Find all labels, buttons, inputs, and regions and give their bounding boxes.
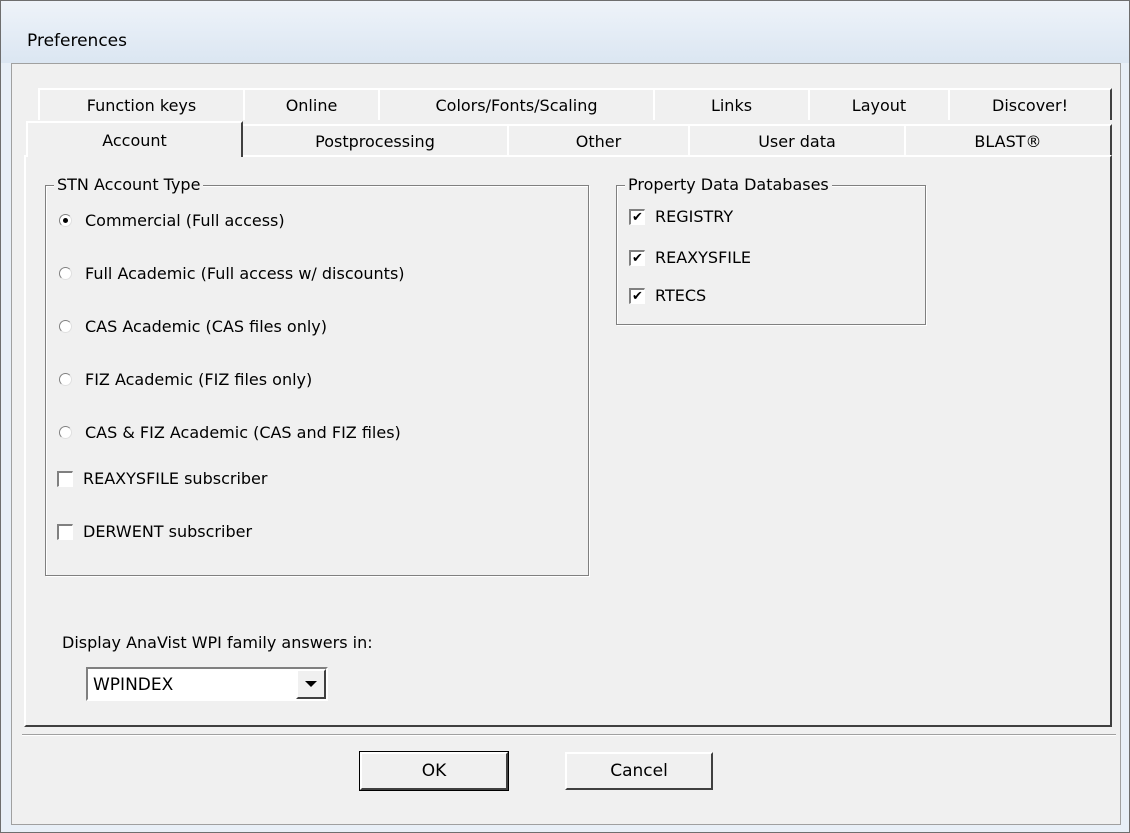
radio-cas-academic[interactable]: CAS Academic (CAS files only) [59, 317, 327, 336]
tab-account[interactable]: Account [26, 121, 243, 157]
radio-button[interactable] [59, 373, 72, 386]
checkbox-label: REGISTRY [655, 207, 734, 226]
checkbox[interactable] [57, 523, 73, 540]
ok-button[interactable]: OK [359, 751, 509, 791]
dropdown-button[interactable] [296, 669, 326, 699]
group-legend: Property Data Databases [625, 175, 832, 195]
tab-colors-fonts-scaling[interactable]: Colors/Fonts/Scaling [378, 88, 655, 120]
tab-links[interactable]: Links [653, 88, 810, 120]
tab-other[interactable]: Other [507, 124, 690, 156]
checkbox-label: REAXYSFILE [655, 248, 752, 267]
checkbox[interactable]: ✔ [629, 287, 645, 304]
radio-label: Commercial (Full access) [85, 211, 285, 230]
checkbox-derwent-subscriber[interactable]: DERWENT subscriber [57, 522, 252, 541]
checkbox[interactable] [57, 470, 73, 487]
group-legend: STN Account Type [54, 175, 204, 195]
checkbox-registry[interactable]: ✔ REGISTRY [629, 207, 733, 226]
wpi-family-display-select[interactable]: WPINDEX [86, 667, 328, 701]
checkbox-label: RTECS [655, 286, 707, 305]
display-anavist-label: Display AnaVist WPI family answers in: [62, 633, 373, 652]
radio-label: FIZ Academic (FIZ files only) [85, 370, 313, 389]
chevron-down-icon [305, 681, 317, 687]
radio-selected-dot [63, 218, 68, 223]
radio-button[interactable] [59, 267, 72, 280]
radio-label: CAS & FIZ Academic (CAS and FIZ files) [85, 423, 401, 442]
radio-label: CAS Academic (CAS files only) [85, 317, 328, 336]
button-separator [22, 734, 1116, 736]
tab-layout[interactable]: Layout [808, 88, 950, 120]
tab-blast[interactable]: BLAST® [904, 124, 1112, 156]
checkbox-rtecs[interactable]: ✔ RTECS [629, 286, 706, 305]
cancel-button[interactable]: Cancel [565, 752, 713, 790]
tab-postprocessing[interactable]: Postprocessing [241, 124, 509, 156]
tab-function-keys[interactable]: Function keys [38, 88, 245, 120]
select-value: WPINDEX [93, 675, 174, 695]
radio-fiz-academic[interactable]: FIZ Academic (FIZ files only) [59, 370, 312, 389]
tab-discover[interactable]: Discover! [948, 88, 1112, 120]
window-title: Preferences [27, 31, 127, 51]
radio-commercial[interactable]: Commercial (Full access) [59, 211, 285, 230]
checkbox-reaxysfile[interactable]: ✔ REAXYSFILE [629, 248, 751, 267]
tab-online[interactable]: Online [243, 88, 380, 120]
radio-cas-fiz-academic[interactable]: CAS & FIZ Academic (CAS and FIZ files) [59, 423, 401, 442]
radio-full-academic[interactable]: Full Academic (Full access w/ discounts) [59, 264, 405, 283]
radio-button[interactable] [59, 426, 72, 439]
check-mark-icon: ✔ [632, 209, 643, 225]
checkbox-label: DERWENT subscriber [83, 522, 253, 541]
check-mark-icon: ✔ [632, 250, 643, 266]
checkbox-reaxysfile-subscriber[interactable]: REAXYSFILE subscriber [57, 469, 267, 488]
radio-button[interactable] [59, 320, 72, 333]
tab-user-data[interactable]: User data [688, 124, 906, 156]
checkbox[interactable]: ✔ [629, 208, 645, 225]
check-mark-icon: ✔ [632, 288, 643, 304]
radio-label: Full Academic (Full access w/ discounts) [85, 264, 405, 283]
checkbox[interactable]: ✔ [629, 249, 645, 266]
radio-button[interactable] [59, 214, 72, 227]
title-bar: Preferences [1, 1, 1129, 63]
checkbox-label: REAXYSFILE subscriber [83, 469, 268, 488]
